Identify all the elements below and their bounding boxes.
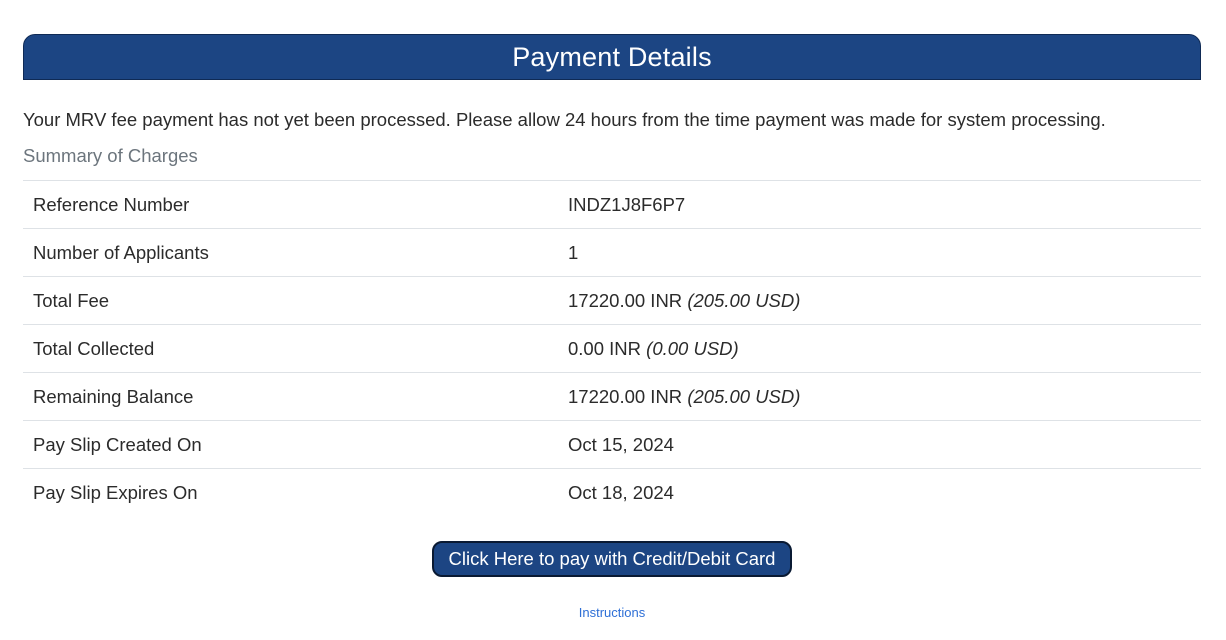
row-value-remaining-balance: 17220.00 INR (205.00 USD) <box>568 385 801 407</box>
instructions-wrapper: Instructions <box>23 604 1201 622</box>
usd-amount: (0.00 USD) <box>646 337 739 359</box>
row-value-number-of-applicants: 1 <box>568 241 579 263</box>
header-bar: Payment Details <box>23 34 1201 80</box>
row-label-number-of-applicants: Number of Applicants <box>33 241 209 263</box>
page-title: Payment Details <box>512 41 712 72</box>
row-label-total-collected: Total Collected <box>33 337 155 359</box>
row-value-reference-number: INDZ1J8F6P7 <box>568 193 686 215</box>
row-label-pay-slip-expires-on: Pay Slip Expires On <box>33 481 198 503</box>
pay-with-card-button[interactable]: Click Here to pay with Credit/Debit Card <box>431 541 793 577</box>
table-row: Pay Slip Created On Oct 15, 2024 <box>23 420 1201 469</box>
pay-button-wrapper: Click Here to pay with Credit/Debit Card <box>23 541 1201 577</box>
row-label-remaining-balance: Remaining Balance <box>33 385 194 407</box>
usd-amount: (205.00 USD) <box>687 385 801 407</box>
table-row: Pay Slip Expires On Oct 18, 2024 <box>23 468 1201 517</box>
row-value-total-fee: 17220.00 INR (205.00 USD) <box>568 289 801 311</box>
row-label-total-fee: Total Fee <box>33 289 110 311</box>
table-row: Reference Number INDZ1J8F6P7 <box>23 180 1201 229</box>
payment-details-panel: Payment Details Your MRV fee payment has… <box>23 34 1201 622</box>
table-row: Remaining Balance 17220.00 INR (205.00 U… <box>23 372 1201 421</box>
row-value-total-collected: 0.00 INR (0.00 USD) <box>568 337 739 359</box>
table-row: Total Collected 0.00 INR (0.00 USD) <box>23 324 1201 373</box>
table-row: Total Fee 17220.00 INR (205.00 USD) <box>23 276 1201 325</box>
summary-of-charges-heading: Summary of Charges <box>23 145 198 166</box>
row-value-pay-slip-created-on: Oct 15, 2024 <box>568 433 674 455</box>
usd-amount: (205.00 USD) <box>687 289 801 311</box>
row-label-reference-number: Reference Number <box>33 193 190 215</box>
charges-table: Reference Number INDZ1J8F6P7 Number of A… <box>23 180 1201 516</box>
table-row: Number of Applicants 1 <box>23 228 1201 277</box>
processing-notice: Your MRV fee payment has not yet been pr… <box>23 109 1106 130</box>
row-value-pay-slip-expires-on: Oct 18, 2024 <box>568 481 674 503</box>
instructions-link[interactable]: Instructions <box>579 605 645 620</box>
row-label-pay-slip-created-on: Pay Slip Created On <box>33 433 202 455</box>
